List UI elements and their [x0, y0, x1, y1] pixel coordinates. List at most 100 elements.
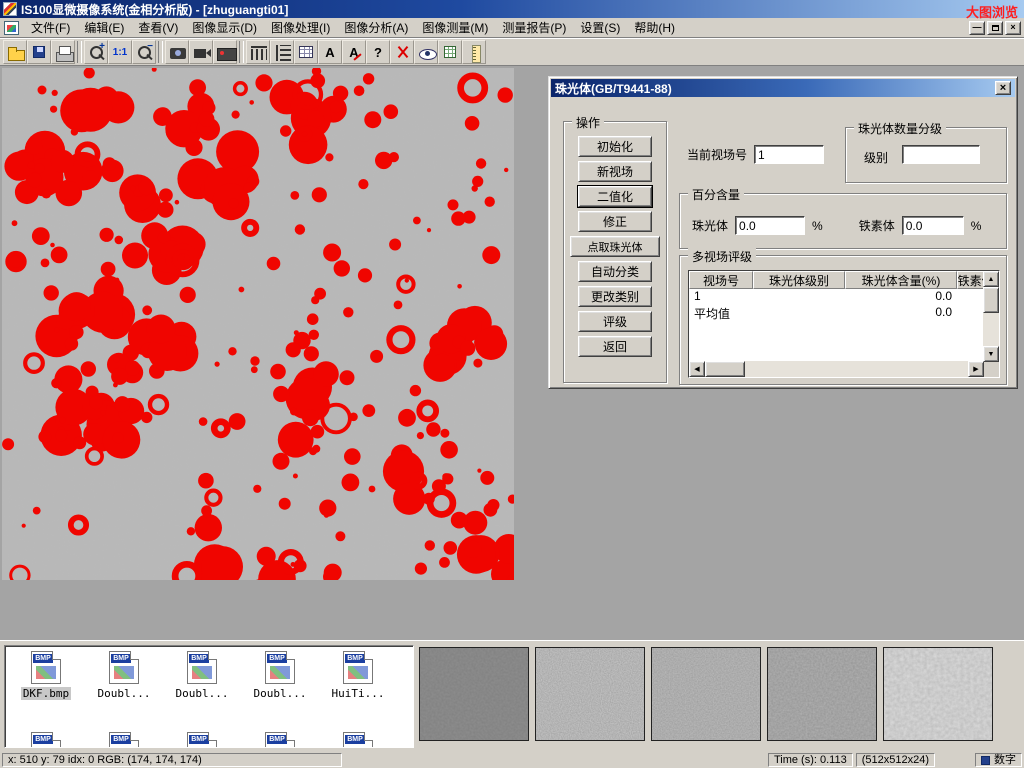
menu-item[interactable]: 帮助(H) [627, 16, 682, 39]
metallographic-image[interactable] [2, 68, 514, 580]
zoom-in-icon[interactable]: + [84, 40, 108, 64]
scroll-down-button[interactable]: ▼ [983, 346, 999, 362]
thumbnail[interactable] [419, 647, 529, 741]
percent-unit: % [971, 219, 982, 233]
operation-button[interactable]: 点取珠光体 [570, 236, 660, 257]
dialog-close-button[interactable]: × [995, 81, 1011, 95]
status-filler [938, 753, 972, 767]
file-item[interactable]: BMPDoubl... [85, 651, 163, 700]
scroll-right-button[interactable]: ▶ [968, 361, 984, 377]
file-name: DKF.bmp [21, 687, 71, 700]
grid-icon[interactable] [438, 40, 462, 64]
mdi-close-button[interactable]: × [1005, 21, 1021, 35]
scroll-track[interactable] [983, 287, 999, 346]
scroll-left-button[interactable]: ◀ [689, 361, 705, 377]
bmp-file-icon: BMP [109, 732, 139, 748]
thumbnail[interactable] [651, 647, 761, 741]
operation-button[interactable]: 新视场 [578, 161, 652, 182]
scroll-thumb[interactable] [705, 361, 745, 377]
file-item[interactable]: BMP [319, 732, 397, 748]
table-vertical-scrollbar[interactable]: ▲ ▼ [983, 271, 999, 362]
file-item[interactable]: BMPHuiTi... [319, 651, 397, 700]
file-item[interactable]: BMP [85, 732, 163, 748]
table-header[interactable]: 视场号 [689, 271, 753, 289]
measure-width-icon[interactable] [246, 40, 270, 64]
table-row[interactable]: 10.0 [689, 289, 999, 305]
bmp-file-icon: BMP [31, 651, 61, 684]
file-item[interactable]: BMP [241, 732, 319, 748]
table-horizontal-scrollbar[interactable]: ◀ ▶ [689, 361, 984, 377]
print-icon[interactable] [51, 40, 75, 64]
menu-item[interactable]: 图像测量(M) [415, 16, 495, 39]
table-cell [753, 305, 845, 321]
file-item[interactable]: BMP DKF.bmp [7, 651, 85, 700]
table-body: 10.0平均值0.0 [689, 289, 999, 321]
menu-item[interactable]: 查看(V) [131, 16, 185, 39]
table-header[interactable]: 珠光体级别 [753, 271, 845, 289]
mdi-client-area: 珠光体(GB/T9441-88) × 操作 初始化新视场二值化修正点取珠光体自动… [0, 66, 1024, 640]
thumbnail[interactable] [535, 647, 645, 741]
pearlite-label: 珠光体 [692, 217, 728, 234]
save-icon[interactable] [27, 40, 51, 64]
annotate-text-icon[interactable]: A [318, 40, 342, 64]
file-browser[interactable]: BMPDKF.bmpBMPDoubl...BMPDoubl...BMPDoubl… [4, 645, 414, 748]
operation-button[interactable]: 评级 [578, 311, 652, 332]
mdi-window-controls: — × [969, 21, 1024, 35]
video-icon[interactable] [189, 40, 213, 64]
operation-button[interactable]: 自动分类 [578, 261, 652, 282]
menu-item[interactable]: 文件(F) [24, 16, 77, 39]
thumbnail[interactable] [883, 647, 993, 741]
dialog-title-bar[interactable]: 珠光体(GB/T9441-88) × [551, 79, 1015, 97]
zoom-out-icon[interactable]: − [132, 40, 156, 64]
open-icon[interactable] [3, 40, 27, 64]
capture-icon[interactable] [213, 40, 237, 64]
app-icon [3, 2, 17, 16]
operation-button[interactable]: 初始化 [578, 136, 652, 157]
mdi-minimize-button[interactable]: — [969, 21, 985, 35]
thumbnail[interactable] [767, 647, 877, 741]
menu-item[interactable]: 图像分析(A) [337, 16, 415, 39]
ferrite-value-input[interactable] [902, 216, 964, 235]
menu-item[interactable]: 设置(S) [573, 16, 627, 39]
file-item[interactable]: BMP [7, 732, 85, 748]
current-view-row: 当前视场号 [687, 145, 824, 164]
pearlite-value-input[interactable] [735, 216, 805, 235]
table-row[interactable]: 平均值0.0 [689, 305, 999, 321]
ruler-icon[interactable] [462, 40, 486, 64]
grade-input[interactable] [902, 145, 980, 164]
bmp-file-icon: BMP [265, 732, 295, 748]
operation-button[interactable]: 返回 [578, 336, 652, 357]
count-icon[interactable] [414, 40, 438, 64]
operation-button[interactable]: 更改类别 [578, 286, 652, 307]
cut-icon[interactable] [390, 40, 414, 64]
camera-icon[interactable] [165, 40, 189, 64]
operation-button[interactable]: 二值化 [578, 186, 652, 207]
table-cell: 1 [689, 289, 753, 305]
file-name: Doubl... [98, 687, 151, 700]
menu-item[interactable]: 测量报告(P) [495, 16, 573, 39]
scroll-up-button[interactable]: ▲ [983, 271, 999, 287]
file-item[interactable]: BMPDoubl... [163, 651, 241, 700]
scroll-thumb[interactable] [983, 287, 999, 313]
file-item[interactable]: BMPDoubl... [241, 651, 319, 700]
scroll-track[interactable] [705, 361, 968, 377]
file-row: BMPDKF.bmpBMPDoubl...BMPDoubl...BMPDoubl… [7, 651, 411, 700]
operation-button[interactable]: 修正 [578, 211, 652, 232]
table-header[interactable]: 珠光体含量(%) [845, 271, 957, 289]
annotate-style-icon[interactable]: A [342, 40, 366, 64]
menu-item[interactable]: 图像显示(D) [185, 16, 264, 39]
zoom-out-glyph: − [147, 41, 153, 52]
current-view-input[interactable] [754, 145, 824, 164]
menu-item[interactable]: 编辑(E) [77, 16, 131, 39]
status-bar: x: 510 y: 79 idx: 0 RGB: (174, 174, 174)… [0, 752, 1024, 768]
mdi-restore-button[interactable] [987, 21, 1003, 35]
file-item[interactable]: BMP [163, 732, 241, 748]
table-icon[interactable] [294, 40, 318, 64]
actual-size-icon[interactable]: 1:1 [108, 40, 132, 64]
dialog-title: 珠光体(GB/T9441-88) [555, 80, 672, 97]
measure-height-icon[interactable] [270, 40, 294, 64]
menu-item[interactable]: 图像处理(I) [264, 16, 337, 39]
menu-items: 文件(F)编辑(E)查看(V)图像显示(D)图像处理(I)图像分析(A)图像测量… [24, 18, 682, 37]
dialog-body: 操作 初始化新视场二值化修正点取珠光体自动分类更改类别评级返回 当前视场号 珠光… [551, 97, 1015, 386]
help-icon[interactable]: ? [366, 40, 390, 64]
